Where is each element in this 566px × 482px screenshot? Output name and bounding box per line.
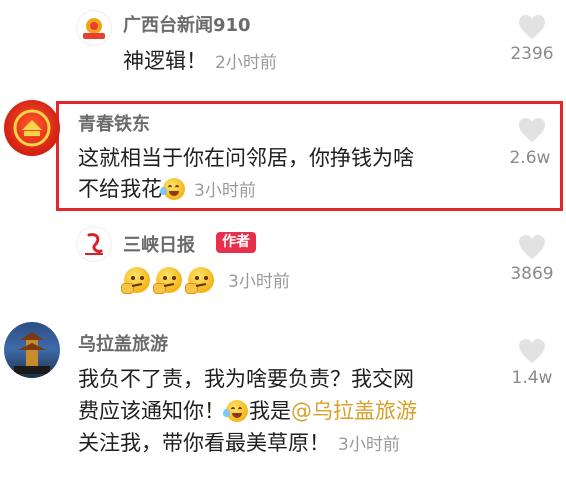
comment-text: 神逻辑！ [123, 49, 207, 73]
tears-of-joy-emoji-icon [160, 178, 185, 200]
sanxia-daily-logo-icon [85, 233, 103, 255]
comment-username[interactable]: 青春铁东 [78, 110, 150, 136]
comment-text: 不给我花 [78, 177, 162, 201]
pagoda-icon [14, 332, 50, 374]
author-badge: 作者 [216, 232, 256, 253]
thinking-face-emoji-icon [185, 267, 214, 294]
comment-time: 3小时前 [228, 272, 290, 292]
like-count: 2396 [510, 44, 554, 64]
comment-body-line: 关注我，带你看最美草原！ 3小时前 [78, 428, 400, 461]
comment-username[interactable]: 广西台新闻910 [123, 11, 251, 37]
like-count: 1.4w [511, 368, 553, 388]
heart-icon[interactable] [518, 117, 546, 143]
avatar-qingchun-tiedong[interactable] [4, 100, 60, 156]
thinking-face-emoji-icon [121, 267, 150, 294]
guangxi-station-logo-icon [83, 18, 105, 39]
comment-text: 我是 [249, 399, 291, 423]
comment-body-line: 费应该通知你！ 我是@乌拉盖旅游 [78, 396, 417, 427]
tears-of-joy-emoji-icon [223, 400, 248, 422]
mention-link[interactable]: @乌拉盖旅游 [291, 399, 417, 423]
comment-time: 3小时前 [338, 435, 400, 455]
emblem-icon [13, 109, 51, 147]
comment-time: 2小时前 [215, 53, 277, 73]
comment-text: 关注我，带你看最美草原！ [78, 431, 330, 455]
like-count: 3869 [510, 264, 554, 284]
thinking-face-emoji-icon [153, 267, 182, 294]
avatar-wulagai-tourism[interactable] [4, 322, 60, 378]
comment-body-line: 我负不了责，我为啥要负责？我交网 [78, 367, 414, 391]
comment-body-line: 不给我花 3小时前 [78, 174, 256, 207]
comment-time: 3小时前 [194, 181, 256, 201]
avatar-sanxia-daily[interactable] [76, 226, 112, 262]
comment-body: 3小时前 [121, 267, 290, 297]
comment-username[interactable]: 乌拉盖旅游 [78, 330, 168, 356]
heart-icon[interactable] [518, 234, 546, 260]
comment-username[interactable]: 三峡日报 [123, 231, 195, 257]
like-count: 2.6w [509, 148, 551, 168]
comment-body: 神逻辑！ 2小时前 [123, 46, 277, 79]
avatar-guangxi-news[interactable] [76, 10, 112, 46]
heart-icon[interactable] [518, 14, 546, 40]
heart-icon[interactable] [518, 338, 546, 364]
comment-text: 费应该通知你！ [78, 399, 225, 423]
comment-body-line: 这就相当于你在问邻居，你挣钱为啥 [78, 146, 414, 170]
